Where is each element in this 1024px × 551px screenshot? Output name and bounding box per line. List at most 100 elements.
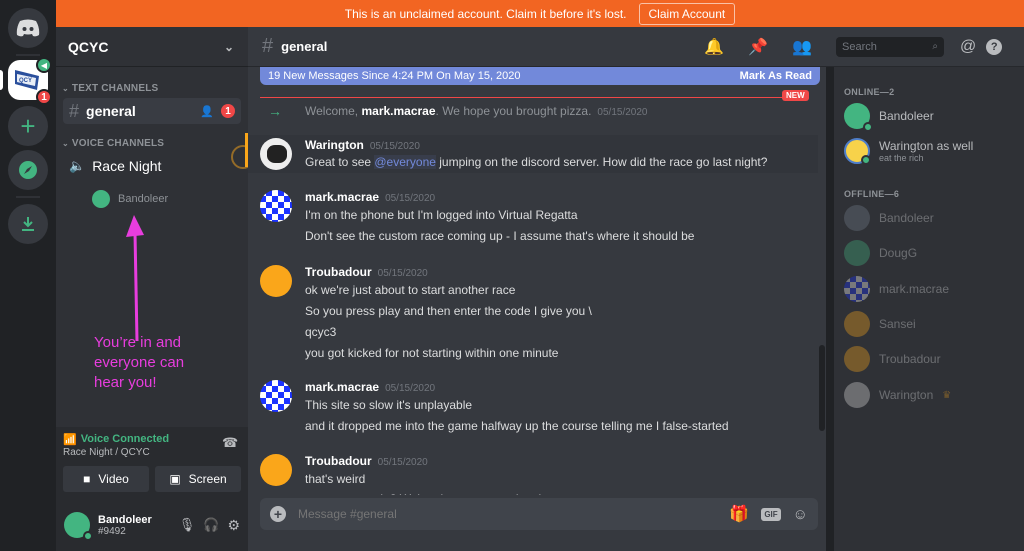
guild-unread-badge: 1 <box>36 89 52 105</box>
screen-icon: ▣ <box>169 472 181 486</box>
voice-location[interactable]: Race Night / QCYC <box>63 447 150 458</box>
video-button[interactable]: ■ Video <box>63 466 149 492</box>
author[interactable]: Troubadour <box>305 265 372 279</box>
voice-channel-name: Race Night <box>92 158 162 174</box>
plus-icon[interactable]: + <box>270 506 286 522</box>
chevron-down-icon: ⌄ <box>223 39 234 54</box>
chat-header: # general 🔔 📌 👥 <box>248 27 826 67</box>
member-bandoleer[interactable]: Bandoleer <box>844 102 934 132</box>
download-apps-button[interactable] <box>8 204 48 244</box>
channel-general[interactable]: # general 👤 1 <box>63 98 241 124</box>
mentioned-user[interactable]: mark.macrae <box>361 104 435 118</box>
home-button[interactable] <box>8 8 48 48</box>
channel-title: general <box>281 39 328 54</box>
claim-account-button[interactable]: Claim Account <box>638 2 736 25</box>
author[interactable]: mark.macrae <box>305 380 379 394</box>
channel-sidebar: QCYC ⌄ ⌄ TEXT CHANNELS # general 👤 1 ⌄ V… <box>56 27 255 551</box>
selected-pill <box>0 70 3 90</box>
banner-text: This is an unclaimed account. Claim it b… <box>344 6 627 21</box>
search-box[interactable]: Search ⌕ <box>836 36 944 57</box>
custom-status: eat the rich <box>879 153 924 163</box>
message: Troubadour05/15/2020 that's weird wanna … <box>248 451 818 495</box>
mark-as-read-button[interactable]: Mark As Read <box>740 70 812 82</box>
server-header[interactable]: QCYC ⌄ <box>56 27 248 67</box>
avatar-mark-macrae[interactable] <box>260 380 292 412</box>
explore-servers-button[interactable] <box>8 150 48 190</box>
voice-status[interactable]: 📶 Voice Connected <box>63 433 169 446</box>
everyone-mention[interactable]: @everyone <box>374 155 436 169</box>
guild-separator <box>16 54 40 56</box>
headphones-icon[interactable]: 🎧 <box>203 517 219 533</box>
voice-active-icon: ◀ <box>36 57 52 73</box>
voice-channel-race-night[interactable]: 🔈 Race Night <box>63 153 241 179</box>
join-arrow-icon: → <box>268 103 282 119</box>
message-input[interactable] <box>298 507 718 521</box>
unclaimed-account-banner: This is an unclaimed account. Claim it b… <box>56 0 1024 27</box>
message: Warington 05/15/2020 Great to see @everyo… <box>248 135 818 173</box>
channel-name: general <box>86 103 136 119</box>
avatar-troubadour[interactable] <box>260 265 292 297</box>
voice-user-bandoleer[interactable]: Bandoleer <box>92 190 168 208</box>
member-offline[interactable]: Bandoleer <box>844 204 934 232</box>
screen-share-button[interactable]: ▣ Screen <box>155 466 241 492</box>
avatar-warington[interactable] <box>260 138 292 170</box>
discord-logo-icon <box>16 19 40 37</box>
user-tag: #9492 <box>98 525 126 537</box>
plus-icon: + <box>20 111 36 141</box>
avatar-mark-macrae[interactable] <box>260 190 292 222</box>
avatar-troubadour[interactable] <box>260 454 292 486</box>
member-list: ONLINE—2 Bandoleer Warington as well eat… <box>834 67 1024 551</box>
user-panel: Bandoleer #9492 🎙 🎧 ⚙ <box>56 499 248 551</box>
new-messages-bar[interactable]: 19 New Messages Since 4:24 PM On May 15,… <box>260 67 820 85</box>
bell-icon[interactable]: 🔔 <box>704 37 724 57</box>
hash-icon: # <box>262 35 274 57</box>
member-offline[interactable]: DougG <box>844 239 917 267</box>
gift-icon[interactable]: 🎁 <box>729 504 749 524</box>
chevron-icon: ⌄ <box>62 84 69 93</box>
help-icon[interactable]: ? <box>986 38 1003 55</box>
new-messages-divider <box>260 97 796 98</box>
microphone-icon[interactable]: 🎙 <box>179 517 196 533</box>
user-avatar[interactable] <box>64 512 93 541</box>
author[interactable]: Warington <box>305 138 364 152</box>
offline-header: OFFLINE—6 <box>844 189 900 199</box>
voice-connection-panel: 📶 Voice Connected Race Night / QCYC ☎ ■ … <box>56 427 248 499</box>
crown-icon: ♛ <box>942 389 952 401</box>
category-voice-channels[interactable]: ⌄ VOICE CHANNELS <box>56 138 248 149</box>
author[interactable]: mark.macrae <box>305 190 379 204</box>
pin-icon[interactable]: 📌 <box>748 37 768 57</box>
member-warington-as-well[interactable]: Warington as well eat the rich <box>844 137 973 165</box>
server-name: QCYC <box>68 38 109 55</box>
signal-icon: 📶 <box>63 434 77 446</box>
system-message: → Welcome, mark.macrae. We hope you brou… <box>268 103 648 119</box>
add-server-button[interactable]: + <box>8 106 48 146</box>
annotation-text: You’re in and everyone can hear you! <box>94 334 185 391</box>
message-composer: + 🎁 GIF ☺ <box>260 498 818 530</box>
gif-button[interactable]: GIF <box>761 507 781 521</box>
mentions-icon[interactable]: @ <box>960 38 976 56</box>
member-offline[interactable]: Troubadour <box>844 345 941 373</box>
invite-icon[interactable]: 👤 <box>200 105 214 118</box>
member-list-icon[interactable]: 👥 <box>792 37 812 57</box>
author[interactable]: Troubadour <box>305 454 372 468</box>
compass-icon <box>19 161 37 179</box>
speaker-icon: 🔈 <box>69 158 86 173</box>
scrollbar[interactable] <box>819 345 825 431</box>
camera-icon: ■ <box>83 472 91 486</box>
gear-icon[interactable]: ⚙ <box>227 517 240 534</box>
member-offline[interactable]: Warington ♛ <box>844 381 951 409</box>
search-icon: ⌕ <box>932 41 938 52</box>
avatar <box>92 190 110 208</box>
member-offline[interactable]: mark.macrae <box>844 275 949 303</box>
annotation-arrow-icon <box>126 215 144 342</box>
svg-text:QCY: QCY <box>19 78 32 84</box>
member-offline[interactable]: Sansei <box>844 310 916 338</box>
hash-icon: # <box>69 100 80 121</box>
username: Bandoleer <box>98 513 152 526</box>
emoji-icon[interactable]: ☺ <box>793 506 808 523</box>
chat-area: # general 🔔 📌 👥 19 New Messages Since 4:… <box>248 27 826 551</box>
disconnect-icon[interactable]: ☎ <box>222 435 238 451</box>
guild-separator <box>16 196 40 198</box>
category-text-channels[interactable]: ⌄ TEXT CHANNELS <box>56 83 248 94</box>
guild-qcyc[interactable]: QCY ◀ 1 <box>8 57 52 105</box>
